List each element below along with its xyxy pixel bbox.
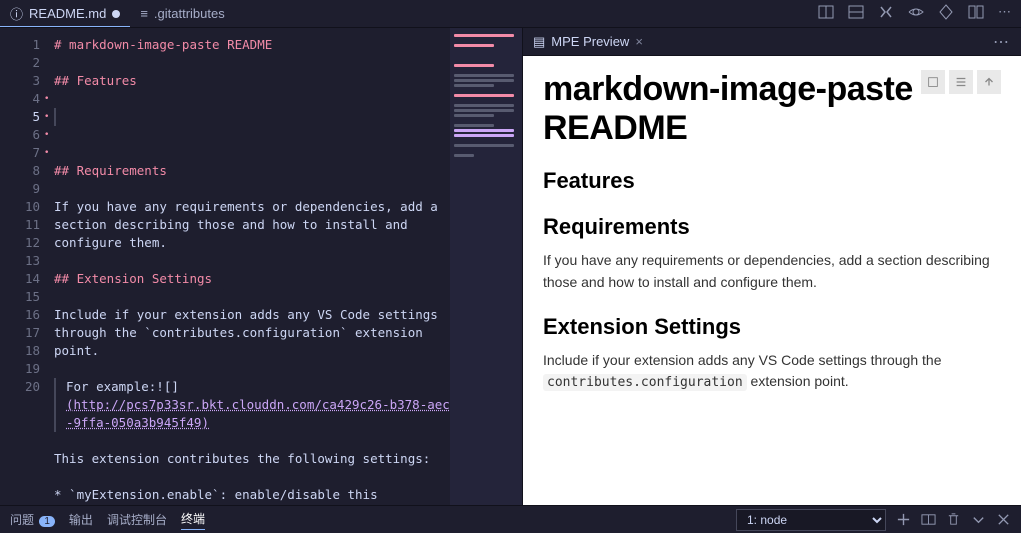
preview-body[interactable]: markdown-image-paste README FeaturesRequ… xyxy=(523,56,1021,505)
layout-icon[interactable] xyxy=(968,4,984,23)
panel-tab-debug[interactable]: 调试控制台 xyxy=(107,511,167,528)
preview-corner-buttons xyxy=(921,70,1001,94)
panel-right: 1: node xyxy=(736,509,1011,531)
split-horizontal-icon[interactable] xyxy=(818,4,834,23)
terminal-select[interactable]: 1: node xyxy=(736,509,886,531)
editor-body[interactable]: 1234567891011121314151617181920 # markdo… xyxy=(0,28,522,505)
tab-gitattributes[interactable]: ≡ .gitattributes xyxy=(130,0,234,27)
split-terminal-icon[interactable] xyxy=(921,512,936,527)
editor-pane: 1234567891011121314151617181920 # markdo… xyxy=(0,28,522,505)
chevron-down-icon[interactable] xyxy=(971,512,986,527)
diff-icon[interactable] xyxy=(938,4,954,23)
more-icon[interactable]: ⋯ xyxy=(998,4,1011,23)
preview-h2: Requirements xyxy=(543,214,1001,240)
scroll-sync-button[interactable] xyxy=(921,70,945,94)
preview-paragraph: If you have any requirements or dependen… xyxy=(543,250,1001,293)
bottom-panel: 问题 1 输出 调试控制台 终端 1: node xyxy=(0,505,1021,533)
scroll-top-button[interactable] xyxy=(977,70,1001,94)
panel-tab-output[interactable]: 输出 xyxy=(69,511,93,528)
preview-h2: Features xyxy=(543,168,1001,194)
preview-doc-icon: ▤ xyxy=(533,34,545,50)
tab-label: README.md xyxy=(29,6,106,21)
problems-badge: 1 xyxy=(39,516,55,527)
tab-label: MPE Preview xyxy=(551,34,629,49)
close-icon[interactable]: × xyxy=(635,34,643,49)
trash-icon[interactable] xyxy=(946,512,961,527)
file-icon: ≡ xyxy=(140,6,148,21)
tab-mpe-preview[interactable]: ▤ MPE Preview × xyxy=(523,28,653,55)
compare-icon[interactable] xyxy=(878,4,894,23)
tab-readme[interactable]: ⓘ README.md xyxy=(0,0,130,27)
preview-h2: Extension Settings xyxy=(543,314,1001,340)
preview-pane: ▤ MPE Preview × ⋯ markdown-image-paste R… xyxy=(523,28,1021,505)
toc-button[interactable] xyxy=(949,70,973,94)
preview-icon[interactable] xyxy=(908,4,924,23)
plus-icon[interactable] xyxy=(896,512,911,527)
main-split: 1234567891011121314151617181920 # markdo… xyxy=(0,28,1021,505)
close-panel-icon[interactable] xyxy=(996,512,1011,527)
split-vertical-icon[interactable] xyxy=(848,4,864,23)
minimap[interactable] xyxy=(450,28,522,505)
preview-more-icon[interactable]: ⋯ xyxy=(993,32,1021,52)
editor-action-strip: ⋯ xyxy=(818,4,1021,23)
preview-paragraph: Include if your extension adds any VS Co… xyxy=(543,350,1001,394)
tab-label: .gitattributes xyxy=(154,6,225,21)
panel-tab-terminal[interactable]: 终端 xyxy=(181,510,205,530)
info-icon: ⓘ xyxy=(10,4,23,23)
preview-tab-row: ▤ MPE Preview × ⋯ xyxy=(523,28,1021,56)
editor-tab-row: ⓘ README.md ≡ .gitattributes ⋯ xyxy=(0,0,1021,28)
dirty-indicator xyxy=(112,10,120,18)
panel-tab-problems[interactable]: 问题 1 xyxy=(10,511,55,528)
